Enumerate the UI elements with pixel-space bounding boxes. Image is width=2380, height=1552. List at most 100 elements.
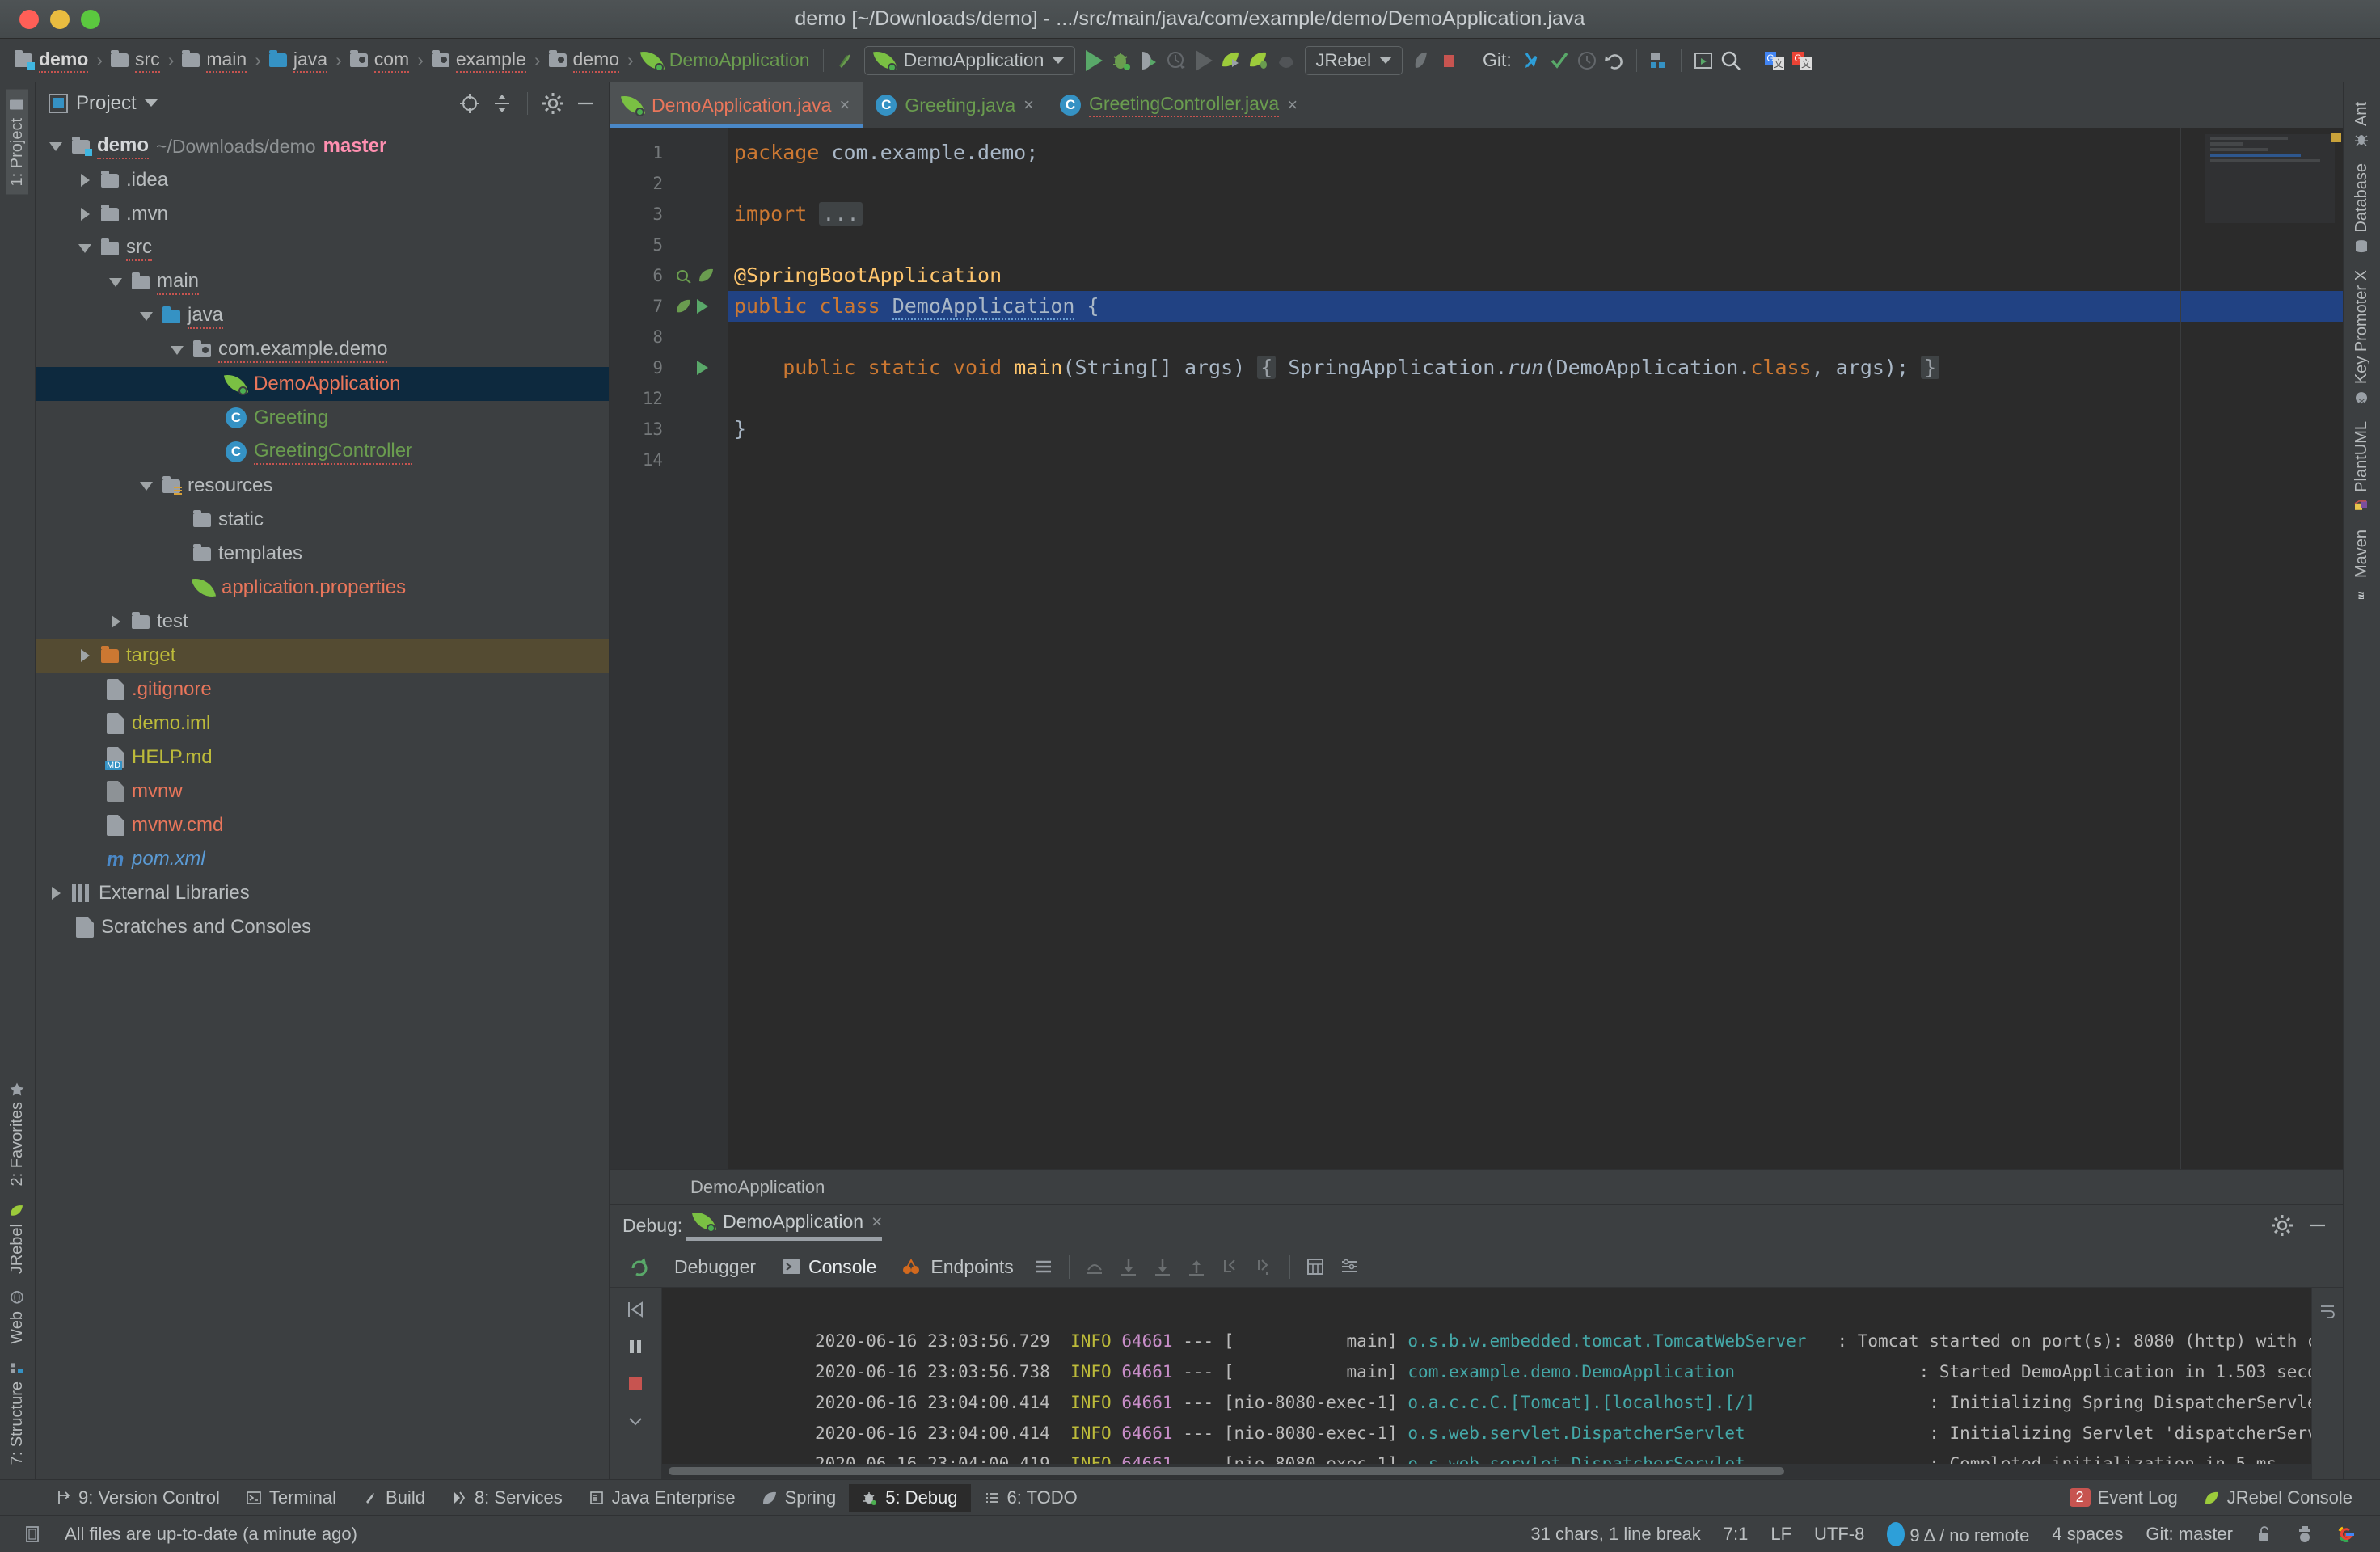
tool-button-jrebel-console[interactable]: JRebel Console (2191, 1484, 2365, 1512)
tree-row-mvnw-cmd[interactable]: mvnw.cmd (36, 808, 609, 842)
jrebel-selector[interactable]: JRebel (1305, 46, 1402, 75)
git-changes[interactable]: 9 Δ / no remote (1876, 1522, 2040, 1546)
resume-program-icon[interactable] (618, 1293, 652, 1326)
gear-icon[interactable] (541, 91, 565, 116)
history-icon[interactable] (1573, 47, 1601, 74)
gutter-marks[interactable] (671, 128, 728, 1169)
minimize-icon[interactable] (573, 91, 597, 116)
tree-row-external-libraries[interactable]: External Libraries (36, 876, 609, 910)
tree-row-help-md[interactable]: HELP.md (36, 740, 609, 774)
tree-row-resources[interactable]: resources (36, 469, 609, 503)
tool-button-terminal[interactable]: Terminal (233, 1484, 349, 1512)
tool-button-java-enterprise[interactable]: Java Enterprise (576, 1484, 749, 1512)
hammer-icon[interactable] (832, 47, 859, 74)
rerun-icon[interactable] (618, 1254, 661, 1280)
breadcrumb-item-java[interactable]: java (264, 48, 332, 73)
close-icon[interactable]: × (871, 1211, 882, 1233)
google-icon[interactable] (2325, 1525, 2367, 1544)
run-main-gutter-icon[interactable] (671, 352, 728, 383)
collapse-all-icon[interactable] (490, 91, 514, 116)
run-with-coverage-icon[interactable] (1135, 47, 1163, 74)
editor-minimap[interactable] (2205, 134, 2335, 223)
code-editor[interactable]: 1 2 3 5 6 7 8 9 12 13 14 (610, 128, 2343, 1169)
tree-row-demoapplication[interactable]: DemoApplication (36, 367, 609, 401)
bean-gutter-icons[interactable] (671, 260, 728, 291)
sidebar-item-ant[interactable]: Ant (2351, 94, 2373, 155)
hector-icon[interactable] (2285, 1525, 2325, 1544)
console-horizontal-scrollbar[interactable] (662, 1464, 2311, 1478)
tree-row-templates[interactable]: templates (36, 537, 609, 571)
tab-demoapplication[interactable]: DemoApplication.java × (610, 82, 863, 128)
debug-session-tab[interactable]: DemoApplication × (694, 1211, 882, 1241)
layout-icon[interactable] (1027, 1250, 1061, 1283)
run-anything-icon[interactable] (1690, 47, 1717, 74)
tree-row-package[interactable]: com.example.demo (36, 333, 609, 367)
tree-row-pom-xml[interactable]: m pom.xml (36, 842, 609, 876)
settings-icon[interactable] (1332, 1250, 1366, 1283)
caret-position[interactable]: 7:1 (1712, 1524, 1760, 1545)
tree-row-application-properties[interactable]: application.properties (36, 571, 609, 605)
commit-icon[interactable] (1546, 47, 1573, 74)
sidebar-item-web[interactable]: Web (6, 1282, 28, 1352)
tree-row-main[interactable]: main (36, 265, 609, 299)
breadcrumb-item-com[interactable]: com (345, 48, 414, 73)
sidebar-item-plantuml[interactable]: PlantUML (2351, 413, 2373, 521)
step-out-icon[interactable] (1179, 1250, 1213, 1283)
close-icon[interactable]: × (1023, 95, 1034, 116)
translate-doc-icon[interactable]: G文 (1789, 47, 1817, 74)
evaluate-expression-icon[interactable] (1298, 1250, 1332, 1283)
sidebar-item-structure[interactable]: 7: Structure (6, 1352, 28, 1473)
chevron-right-icon[interactable] (76, 171, 94, 189)
rollback-icon[interactable] (1601, 47, 1628, 74)
chevron-right-icon[interactable] (47, 884, 65, 902)
force-step-into-icon[interactable] (1146, 1250, 1179, 1283)
breadcrumb-item-demo[interactable]: demo (10, 48, 93, 73)
tool-button-spring[interactable]: Spring (749, 1484, 850, 1512)
sidebar-item-favorites[interactable]: 2: Favorites (6, 1073, 28, 1194)
chevron-right-icon[interactable] (76, 205, 94, 223)
line-separator[interactable]: LF (1759, 1524, 1803, 1545)
tool-button-todo[interactable]: 6: TODO (971, 1484, 1091, 1512)
tree-row-greeting[interactable]: C Greeting (36, 401, 609, 435)
run-configuration-selector[interactable]: DemoApplication (864, 46, 1076, 75)
run-class-gutter-icon[interactable] (671, 291, 728, 322)
breadcrumb-item-main[interactable]: main (177, 48, 251, 73)
stop-icon[interactable] (1435, 47, 1462, 74)
jrebel-debug-icon[interactable] (1245, 47, 1272, 74)
chevron-down-icon[interactable] (137, 307, 155, 325)
chevron-down-icon[interactable] (137, 477, 155, 495)
search-everywhere-icon[interactable] (1717, 47, 1745, 74)
tree-row-test[interactable]: test (36, 605, 609, 639)
jrebel-stop-icon[interactable] (1272, 47, 1300, 74)
chevron-right-icon[interactable] (76, 647, 94, 664)
breadcrumb-item-example[interactable]: example (427, 48, 531, 73)
tree-row-target[interactable]: target (36, 639, 609, 673)
git-branch[interactable]: Git: master (2134, 1524, 2244, 1545)
tool-button-services[interactable]: 8: Services (438, 1484, 576, 1512)
step-over-icon[interactable] (1078, 1250, 1112, 1283)
sidebar-item-project[interactable]: 1: Project (6, 89, 28, 194)
tree-row-src[interactable]: src (36, 231, 609, 265)
indent-setting[interactable]: 4 spaces (2040, 1524, 2134, 1545)
chevron-down-icon[interactable] (47, 137, 65, 155)
tool-button-build[interactable]: Build (349, 1484, 438, 1512)
sidebar-item-maven[interactable]: m Maven (2351, 521, 2373, 607)
chevron-down-icon[interactable] (107, 273, 124, 291)
chevron-down-icon[interactable] (168, 341, 186, 359)
breadcrumb-item-src[interactable]: src (106, 48, 165, 73)
tab-debugger[interactable]: Debugger (661, 1246, 769, 1287)
console-output[interactable]: 2020-06-16 23:03:56.729 INFO 64661 --- [… (661, 1288, 2312, 1479)
sidebar-item-jrebel[interactable]: JRebel (6, 1195, 28, 1282)
drop-frame-icon[interactable] (1213, 1250, 1247, 1283)
code-content[interactable]: package com.example.demo; import ... @Sp… (728, 128, 2343, 1169)
tree-row-idea[interactable]: .idea (36, 163, 609, 197)
tree-row-mvn[interactable]: .mvn (36, 197, 609, 231)
jrebel-run-icon[interactable] (1217, 47, 1245, 74)
tree-row-greetingcontroller[interactable]: C GreetingController (36, 435, 609, 469)
chevron-down-icon[interactable] (76, 239, 94, 257)
sidebar-item-key-promoter[interactable]: X Key Promoter X (2351, 262, 2373, 413)
breadcrumb-item-class[interactable]: DemoApplication (637, 49, 815, 71)
tree-row-static[interactable]: static (36, 503, 609, 537)
tab-endpoints[interactable]: Endpoints (889, 1246, 1026, 1287)
minimize-icon[interactable] (2306, 1213, 2330, 1238)
